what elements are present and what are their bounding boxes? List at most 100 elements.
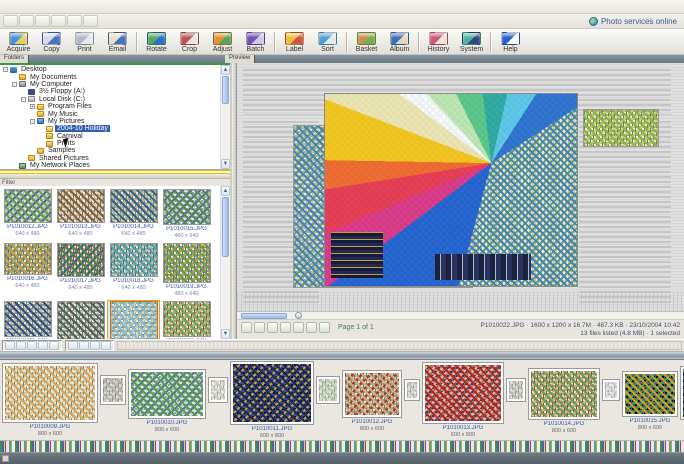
preview-nav-button[interactable] bbox=[306, 322, 317, 333]
filmstrip-tool-button[interactable] bbox=[79, 341, 89, 350]
filmstrip-tool-button[interactable] bbox=[90, 341, 100, 350]
toolbar-button[interactable]: Crop bbox=[173, 30, 206, 54]
tree-expand-toggle[interactable] bbox=[21, 156, 26, 161]
menu-item[interactable] bbox=[36, 6, 46, 8]
menu-item[interactable] bbox=[25, 6, 35, 8]
folder-tree-item[interactable]: - Local Disk (C:) bbox=[0, 96, 220, 103]
toolbar-button[interactable]: Email bbox=[101, 30, 134, 54]
thumbnail-item[interactable]: P1010019.JPG 480 x 640 bbox=[160, 242, 213, 298]
menu-item[interactable] bbox=[14, 6, 24, 8]
tree-expand-toggle[interactable] bbox=[39, 126, 44, 131]
filmstrip-item[interactable] bbox=[602, 380, 620, 402]
preview-nav-button[interactable] bbox=[319, 322, 330, 333]
timeline-strip[interactable] bbox=[0, 440, 684, 453]
tree-expand-toggle[interactable]: - bbox=[3, 67, 8, 72]
folder-tree-item[interactable]: 3½ Floppy (A:) bbox=[0, 88, 220, 95]
folder-tree-item[interactable]: - My Pictures bbox=[0, 118, 220, 125]
toolbar-button[interactable]: Print bbox=[68, 30, 101, 54]
thumbnail-image[interactable] bbox=[163, 243, 211, 283]
quick-button[interactable] bbox=[19, 15, 34, 27]
toolbar-button[interactable] bbox=[274, 32, 276, 52]
toolbar-button[interactable] bbox=[136, 32, 138, 52]
filmstrip-thumbnail[interactable] bbox=[623, 372, 677, 416]
filmstrip-thumbnail[interactable] bbox=[3, 364, 97, 422]
thumbnail-item[interactable]: P1010022.JPG 640 x 480 bbox=[107, 300, 160, 339]
thumbnail-image[interactable] bbox=[110, 301, 158, 339]
folder-tree-item[interactable]: Samples bbox=[0, 147, 220, 154]
filmstrip-thumbnail[interactable] bbox=[603, 380, 619, 400]
zoom-slider-knob[interactable] bbox=[295, 312, 302, 319]
preview-canvas[interactable] bbox=[237, 63, 684, 311]
preview-hscrollbar[interactable] bbox=[237, 311, 684, 319]
toolbar-button[interactable]: Label bbox=[278, 30, 311, 54]
folders-pane-caption[interactable]: Folders bbox=[0, 55, 29, 63]
filmstrip-item[interactable] bbox=[404, 380, 420, 402]
quick-button[interactable] bbox=[35, 15, 50, 27]
menu-item[interactable] bbox=[3, 6, 13, 8]
filmstrip-item[interactable]: P1010010.JPG 800 x 600 bbox=[128, 370, 206, 433]
toolbar-button[interactable]: System bbox=[455, 30, 488, 54]
folder-tree-item[interactable]: Shared Pictures bbox=[0, 155, 220, 162]
tree-expand-toggle[interactable] bbox=[12, 75, 17, 80]
filmstrip-tool-button[interactable] bbox=[16, 341, 26, 350]
tree-expand-toggle[interactable]: - bbox=[30, 119, 35, 124]
thumbnail-image[interactable] bbox=[110, 243, 158, 277]
preview-nav-button[interactable] bbox=[241, 322, 252, 333]
tree-scrollbar[interactable]: ▲ ▼ bbox=[220, 65, 230, 169]
menu-item[interactable] bbox=[80, 6, 90, 8]
toolbar-button[interactable] bbox=[418, 32, 420, 52]
scroll-up-icon[interactable]: ▲ bbox=[221, 65, 230, 75]
toolbar-button[interactable]: Rotate bbox=[140, 30, 173, 54]
scroll-down-icon[interactable]: ▼ bbox=[221, 159, 230, 169]
quick-button[interactable] bbox=[83, 15, 98, 27]
filmstrip-item[interactable]: P1010016.JPG 800 x 600 bbox=[680, 367, 684, 434]
folder-tree-item[interactable]: - My Computer bbox=[0, 81, 220, 88]
tree-expand-toggle[interactable] bbox=[30, 112, 35, 117]
preview-nav-button[interactable] bbox=[293, 322, 304, 333]
toolbar-button[interactable]: Help bbox=[494, 30, 527, 54]
main-photo[interactable] bbox=[324, 93, 578, 287]
filmstrip-thumbnail[interactable] bbox=[423, 363, 503, 423]
folder-tree-item[interactable]: Carnival bbox=[0, 133, 220, 140]
quick-button[interactable] bbox=[67, 15, 82, 27]
filmstrip-scroll-track[interactable] bbox=[117, 341, 682, 350]
thumbnail-item[interactable]: P1010023.JPG 640 x 480 bbox=[160, 300, 213, 339]
tree-expand-toggle[interactable] bbox=[39, 141, 44, 146]
filmstrip-thumbnail[interactable] bbox=[317, 377, 339, 403]
filmstrip-thumbnail[interactable] bbox=[405, 380, 419, 400]
toolbar-button[interactable]: Adjust bbox=[206, 30, 239, 54]
filmstrip-thumbnail[interactable] bbox=[343, 371, 401, 417]
preview-pane-caption[interactable]: Preview bbox=[225, 55, 255, 63]
filmstrip-tool-button[interactable] bbox=[49, 341, 59, 350]
filmstrip-item[interactable] bbox=[100, 376, 126, 406]
toolbar-button[interactable]: Copy bbox=[35, 30, 68, 54]
filmstrip-item[interactable] bbox=[208, 378, 228, 404]
preview-nav-button[interactable] bbox=[267, 322, 278, 333]
thumbnail-image[interactable] bbox=[110, 189, 158, 223]
filmstrip-thumbnail[interactable] bbox=[529, 369, 599, 419]
filmstrip-item[interactable] bbox=[316, 377, 340, 405]
tree-scrollbar-thumb[interactable] bbox=[222, 76, 229, 104]
folder-tree-item[interactable]: - Desktop bbox=[0, 66, 220, 73]
thumbnail-item[interactable]: P1010013.JPG 640 x 480 bbox=[54, 188, 107, 240]
preview-nav-button[interactable] bbox=[254, 322, 265, 333]
filmstrip-thumbnail[interactable] bbox=[507, 379, 525, 401]
folder-tree-item[interactable]: My Network Places bbox=[0, 162, 220, 169]
thumbnail-item[interactable]: P1010020.JPG 640 x 480 bbox=[1, 300, 54, 339]
folder-tree-item[interactable]: 2004-10 Holiday bbox=[0, 125, 220, 132]
filmstrip-item[interactable]: P1010013.JPG 600 x 800 bbox=[422, 363, 504, 438]
filmstrip-thumbnail[interactable] bbox=[209, 378, 227, 402]
toolbar-button[interactable]: Album bbox=[383, 30, 416, 54]
filmstrip-item[interactable]: P1010014.JPG 800 x 600 bbox=[528, 369, 600, 434]
folder-tree-item[interactable]: Prints bbox=[0, 140, 220, 147]
thumbnail-image[interactable] bbox=[163, 301, 211, 337]
toolbar-button[interactable]: History bbox=[422, 30, 455, 54]
scroll-down-icon[interactable]: ▼ bbox=[221, 329, 230, 339]
toolbar-button[interactable]: Sort bbox=[311, 30, 344, 54]
folder-tree-item[interactable]: + Program Files bbox=[0, 103, 220, 110]
thumbnail-item[interactable]: P1010014.JPG 640 x 480 bbox=[107, 188, 160, 240]
filmstrip-tool-button[interactable] bbox=[38, 341, 48, 350]
folder-tree-item[interactable]: My Music bbox=[0, 110, 220, 117]
filmstrip-tool-button[interactable] bbox=[5, 341, 15, 350]
thumbnail-image[interactable] bbox=[57, 301, 105, 339]
